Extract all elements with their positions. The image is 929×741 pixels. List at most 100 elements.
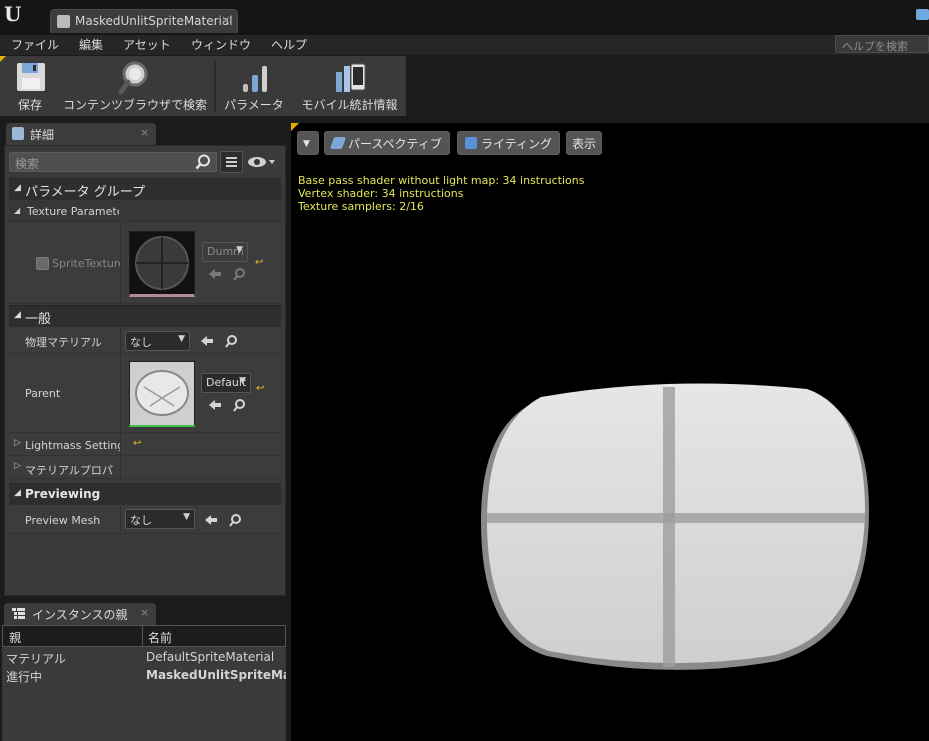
- material-properties-row[interactable]: ▷ マテリアルプロパ: [9, 457, 281, 479]
- instance-parents-panel: 親 名前 マテリアル DefaultSpriteMaterial 進行中 Mas…: [2, 625, 286, 741]
- visibility-filter-button[interactable]: [247, 155, 277, 169]
- instance-parents-tab[interactable]: インスタンスの親 ×: [4, 603, 156, 625]
- expand-arrow-icon: ▷: [14, 438, 21, 448]
- previewing-header[interactable]: ◢ Previewing: [9, 483, 281, 505]
- parameters-label: パラメータ: [224, 98, 284, 112]
- toolbar-separator: [214, 60, 216, 112]
- title-bar: U MaskedUnlitSpriteMaterial ×: [0, 0, 929, 35]
- toolbar: 保存 コンテンツブラウザで検索 パラメータ モバイル統計情報: [0, 56, 406, 116]
- material-properties-label: マテリアルプロパ: [25, 464, 113, 477]
- feedback-icon[interactable]: [916, 9, 929, 20]
- menu-window[interactable]: ウィンドウ: [191, 36, 251, 53]
- lighting-cube-icon: [465, 137, 477, 149]
- texture-asset-combo[interactable]: Dumm ▼: [202, 242, 248, 262]
- close-tab-icon[interactable]: ×: [221, 13, 231, 27]
- column-parent[interactable]: 親: [9, 629, 21, 646]
- browse-asset-icon[interactable]: [232, 267, 246, 281]
- material-preview-icon: [130, 362, 194, 425]
- menu-asset[interactable]: アセット: [123, 36, 171, 53]
- viewport-corner-marker: [291, 123, 299, 131]
- lightmass-settings-row[interactable]: ▷ Lightmass Settings ↩: [9, 434, 281, 456]
- document-tab[interactable]: MaskedUnlitSpriteMaterial ×: [50, 9, 238, 33]
- collapse-arrow-icon: ◢: [14, 206, 21, 215]
- column-divider: [120, 506, 121, 533]
- column-divider: [120, 328, 121, 353]
- lighting-label: ライティング: [481, 137, 553, 151]
- general-title: 一般: [25, 312, 52, 327]
- dropdown-arrow-icon: ▼: [236, 245, 243, 255]
- sprite-texture-thumbnail[interactable]: [129, 231, 195, 297]
- save-button[interactable]: 保存: [4, 56, 56, 116]
- mobile-stats-button[interactable]: モバイル統計情報: [297, 56, 402, 116]
- browse-icon: [118, 61, 148, 95]
- texture-parameter-label: Texture Paramete: [27, 205, 119, 218]
- reset-to-default-icon[interactable]: ↩: [133, 438, 141, 449]
- menu-file[interactable]: ファイル: [11, 36, 59, 53]
- browse-asset-icon[interactable]: [224, 334, 238, 348]
- close-instance-parents-icon[interactable]: ×: [140, 606, 149, 619]
- preview-mesh-render: [481, 383, 869, 670]
- details-tab[interactable]: 詳細 ×: [6, 123, 156, 145]
- preview-mesh-combo[interactable]: なし ▼: [125, 509, 195, 529]
- instance-row-parent[interactable]: マテリアル: [6, 650, 66, 667]
- lightmass-settings-label: Lightmass Settings: [25, 439, 120, 452]
- column-name[interactable]: 名前: [148, 629, 172, 646]
- browse-asset-icon[interactable]: [232, 398, 246, 412]
- preview-mesh-value: なし: [130, 514, 152, 527]
- phys-material-value: なし: [130, 336, 152, 349]
- texture-preview-icon: [135, 236, 189, 290]
- collapse-arrow-icon: ◢: [14, 488, 21, 498]
- column-separator[interactable]: [142, 626, 143, 646]
- phys-material-label: 物理マテリアル: [25, 336, 102, 349]
- use-selected-arrow-icon[interactable]: [200, 334, 214, 348]
- instance-row-name[interactable]: MaskedUnlitSpriteMaterial: [146, 668, 286, 682]
- browse-content-button[interactable]: コンテンツブラウザで検索: [60, 56, 210, 116]
- shader-stat-line: Base pass shader without light map: 34 i…: [298, 174, 585, 187]
- use-selected-arrow-icon[interactable]: [208, 398, 222, 412]
- preview-mesh-label: Preview Mesh: [25, 514, 101, 527]
- phys-material-row: 物理マテリアル なし ▼: [9, 328, 281, 354]
- preview-viewport[interactable]: ▼ パースペクティブ ライティング 表示 Base pass shader wi…: [291, 123, 929, 741]
- phys-material-combo[interactable]: なし ▼: [125, 331, 190, 351]
- details-icon: [12, 127, 24, 140]
- parent-combo[interactable]: Default ▼: [201, 373, 251, 393]
- browse-asset-icon[interactable]: [228, 513, 242, 527]
- reset-to-default-icon[interactable]: ↩: [255, 257, 263, 268]
- use-selected-arrow-icon[interactable]: [204, 513, 218, 527]
- menu-bar: ファイル 編集 アセット ウィンドウ ヘルプ ヘルプを検索: [0, 35, 929, 55]
- menu-edit[interactable]: 編集: [79, 36, 103, 53]
- perspective-button[interactable]: パースペクティブ: [324, 131, 450, 155]
- menu-help[interactable]: ヘルプ: [271, 36, 307, 53]
- parameters-button[interactable]: パラメータ: [220, 56, 288, 116]
- details-search-input[interactable]: 検索: [9, 152, 217, 172]
- expand-arrow-icon: ▷: [14, 461, 21, 471]
- perspective-label: パースペクティブ: [348, 137, 442, 151]
- search-icon[interactable]: [195, 154, 211, 170]
- parent-label: Parent: [25, 387, 61, 400]
- view-options-button[interactable]: [220, 151, 243, 173]
- mobile-stats-icon: [335, 63, 365, 92]
- instance-row-parent[interactable]: 進行中: [6, 668, 42, 685]
- reset-to-default-icon[interactable]: ↩: [256, 383, 264, 394]
- viewport-options-button[interactable]: ▼: [297, 131, 319, 155]
- instance-parents-header: 親 名前: [2, 625, 286, 647]
- general-header[interactable]: ◢ 一般: [9, 305, 281, 327]
- shader-stat-line: Texture samplers: 2/16: [298, 200, 424, 213]
- texture-parameter-subgroup[interactable]: ◢ Texture Paramete: [9, 201, 281, 222]
- dropdown-arrow-icon: ▼: [183, 512, 190, 522]
- use-selected-arrow-icon[interactable]: [208, 267, 222, 281]
- close-details-icon[interactable]: ×: [140, 126, 149, 139]
- instance-parents-label: インスタンスの親: [32, 608, 128, 622]
- parameter-group-header[interactable]: ◢ パラメータ グループ: [9, 178, 281, 200]
- sprite-texture-checkbox[interactable]: [36, 257, 49, 270]
- show-button[interactable]: 表示: [566, 131, 602, 155]
- save-icon: [17, 63, 45, 91]
- help-search-input[interactable]: ヘルプを検索: [835, 35, 929, 53]
- shader-stat-line: Vertex shader: 34 instructions: [298, 187, 464, 200]
- lighting-button[interactable]: ライティング: [457, 131, 560, 155]
- parent-thumbnail[interactable]: [129, 361, 195, 427]
- details-tab-label: 詳細: [30, 128, 55, 142]
- sprite-texture-label: SpriteTexture: [52, 257, 120, 270]
- document-tab-label: MaskedUnlitSpriteMaterial: [75, 14, 233, 28]
- instance-row-name[interactable]: DefaultSpriteMaterial: [146, 650, 274, 664]
